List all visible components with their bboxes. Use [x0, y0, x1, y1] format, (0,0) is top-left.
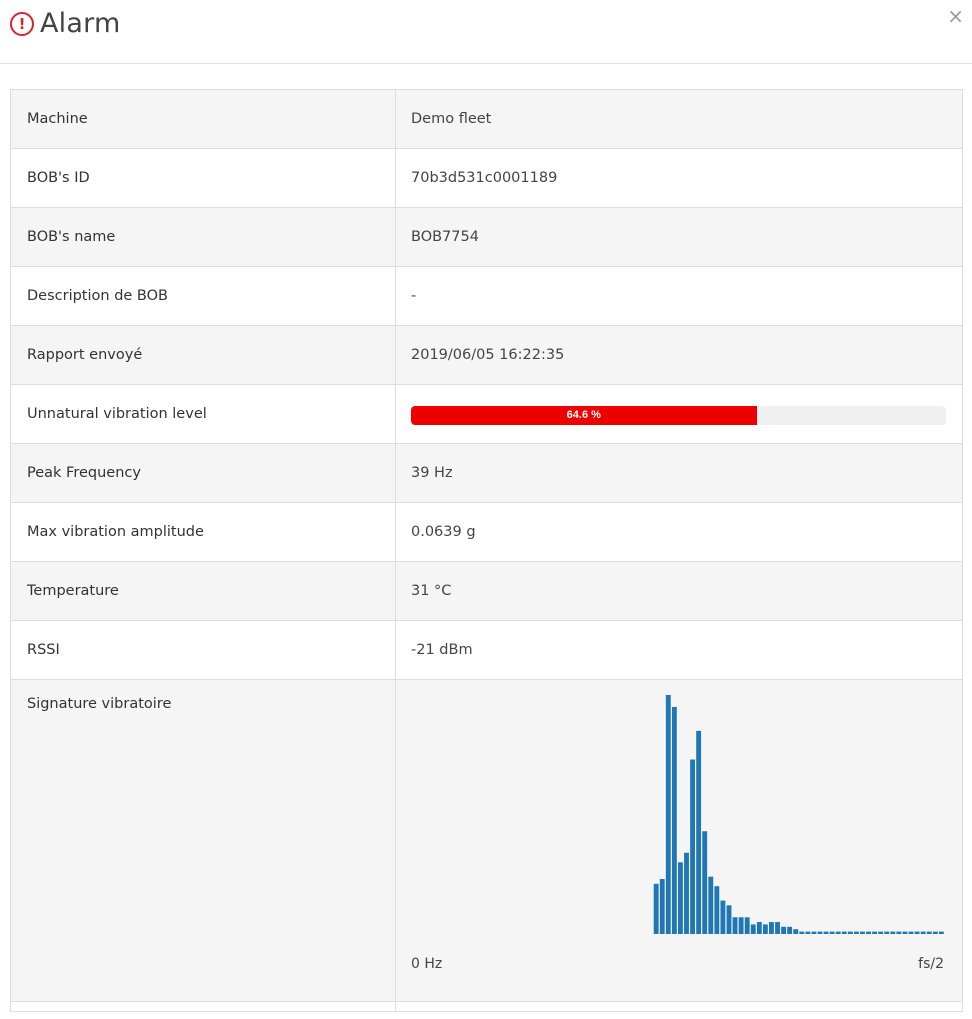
table-row: Description de BOB -: [10, 266, 963, 326]
modal-title: Alarm: [40, 8, 121, 39]
table-row: BOB's name BOB7754: [10, 207, 963, 267]
row-value: Demo fleet: [395, 89, 963, 149]
alarm-details-table: Machine Demo fleet BOB's ID 70b3d531c000…: [10, 89, 963, 1012]
spectrum-bar: [896, 931, 902, 934]
spectrum-bar: [926, 931, 932, 934]
table-row: Peak Frequency 39 Hz: [10, 443, 963, 503]
row-label: [10, 1001, 396, 1012]
spectrum-bar: [756, 922, 762, 934]
row-value: 2019/06/05 16:22:35: [395, 325, 963, 385]
row-label: BOB's ID: [10, 148, 396, 208]
spectrum-bar: [787, 926, 793, 934]
spectrum-bar: [775, 922, 780, 934]
vibration-signature-cell: 0 Hz fs/2: [395, 679, 963, 1002]
row-value: [395, 1001, 963, 1012]
row-value: 70b3d531c0001189: [395, 148, 963, 208]
spectrum-bar: [805, 931, 811, 934]
row-value: 64.6 %: [395, 384, 963, 444]
spectrum-bar: [696, 730, 702, 934]
close-button[interactable]: ×: [947, 4, 964, 28]
spectrum-bar: [853, 931, 859, 934]
spectrum-bar: [750, 924, 756, 934]
spectrum-bar: [793, 929, 799, 934]
spectrum-bar: [866, 931, 871, 934]
spectrum-bar: [738, 917, 744, 934]
spectrum-bar: [920, 931, 926, 934]
table-row: Temperature 31 °C: [10, 561, 963, 621]
spectrum-bar: [720, 900, 726, 934]
spectrum-bar: [781, 926, 787, 934]
spectrum-bar: [932, 931, 938, 934]
spectrum-bar: [744, 917, 750, 934]
spectrum-bar: [690, 759, 696, 934]
spectrum-bar: [684, 852, 689, 934]
row-label: RSSI: [10, 620, 396, 680]
spectrum-bar: [914, 931, 920, 934]
spectrum-bar: [872, 931, 878, 934]
row-label: Unnatural vibration level: [10, 384, 396, 444]
spectrum-bar: [908, 931, 914, 934]
spectrum-bar: [884, 931, 890, 934]
row-value: 31 °C: [395, 561, 963, 621]
row-value: 39 Hz: [395, 443, 963, 503]
vibration-signature-svg: [653, 695, 944, 934]
spectrum-bar: [653, 883, 659, 934]
spectrum-bar: [841, 931, 847, 934]
row-label: Peak Frequency: [10, 443, 396, 503]
table-row: RSSI -21 dBm: [10, 620, 963, 680]
spectrum-bar: [811, 931, 817, 934]
table-row: Machine Demo fleet: [10, 89, 963, 149]
table-row: Max vibration amplitude 0.0639 g: [10, 502, 963, 562]
spectrum-bar: [762, 924, 768, 934]
row-value: -: [395, 266, 963, 326]
spectrum-bar: [769, 922, 774, 934]
spectrum-bar: [665, 695, 671, 934]
modal-header: ! Alarm ×: [0, 0, 972, 64]
spectrum-bar: [860, 931, 865, 934]
spectrum-bar: [702, 831, 708, 934]
x-axis-max-label: fs/2: [918, 956, 944, 972]
row-label: Temperature: [10, 561, 396, 621]
x-axis-min-label: 0 Hz: [411, 956, 443, 972]
vibration-signature-chart: 0 Hz fs/2: [396, 680, 958, 1000]
vibration-progress-fill: 64.6 %: [411, 405, 757, 425]
spectrum-bar: [847, 931, 853, 934]
row-label: Description de BOB: [10, 266, 396, 326]
spectrum-bar: [823, 931, 829, 934]
table-row: Signature vibratoire 0 Hz fs/2: [10, 679, 963, 1002]
row-label: Max vibration amplitude: [10, 502, 396, 562]
row-label: Signature vibratoire: [10, 679, 396, 1002]
spectrum-bar: [726, 905, 732, 934]
spectrum-bar: [938, 931, 944, 934]
table-row: BOB's ID 70b3d531c0001189: [10, 148, 963, 208]
table-row: Unnatural vibration level 64.6 %: [10, 384, 963, 444]
spectrum-bar: [671, 706, 677, 934]
spectrum-bar: [835, 931, 841, 934]
table-row: [10, 1001, 963, 1012]
row-label: BOB's name: [10, 207, 396, 267]
row-label: Rapport envoyé: [10, 325, 396, 385]
spectrum-bar: [708, 876, 714, 934]
spectrum-bar: [878, 931, 884, 934]
spectrum-bar: [659, 879, 665, 934]
vibration-progress: 64.6 %: [411, 405, 946, 425]
spectrum-bar: [817, 931, 823, 934]
spectrum-bar: [829, 931, 835, 934]
alert-icon: !: [10, 12, 34, 36]
spectrum-bar: [902, 931, 908, 934]
row-value: 0.0639 g: [395, 502, 963, 562]
row-label: Machine: [10, 89, 396, 149]
spectrum-bar: [890, 931, 896, 934]
spectrum-bar: [799, 931, 805, 934]
spectrum-bar: [678, 862, 683, 934]
row-value: BOB7754: [395, 207, 963, 267]
spectrum-bar: [714, 886, 720, 934]
row-value: -21 dBm: [395, 620, 963, 680]
spectrum-bar: [732, 917, 738, 934]
table-row: Rapport envoyé 2019/06/05 16:22:35: [10, 325, 963, 385]
